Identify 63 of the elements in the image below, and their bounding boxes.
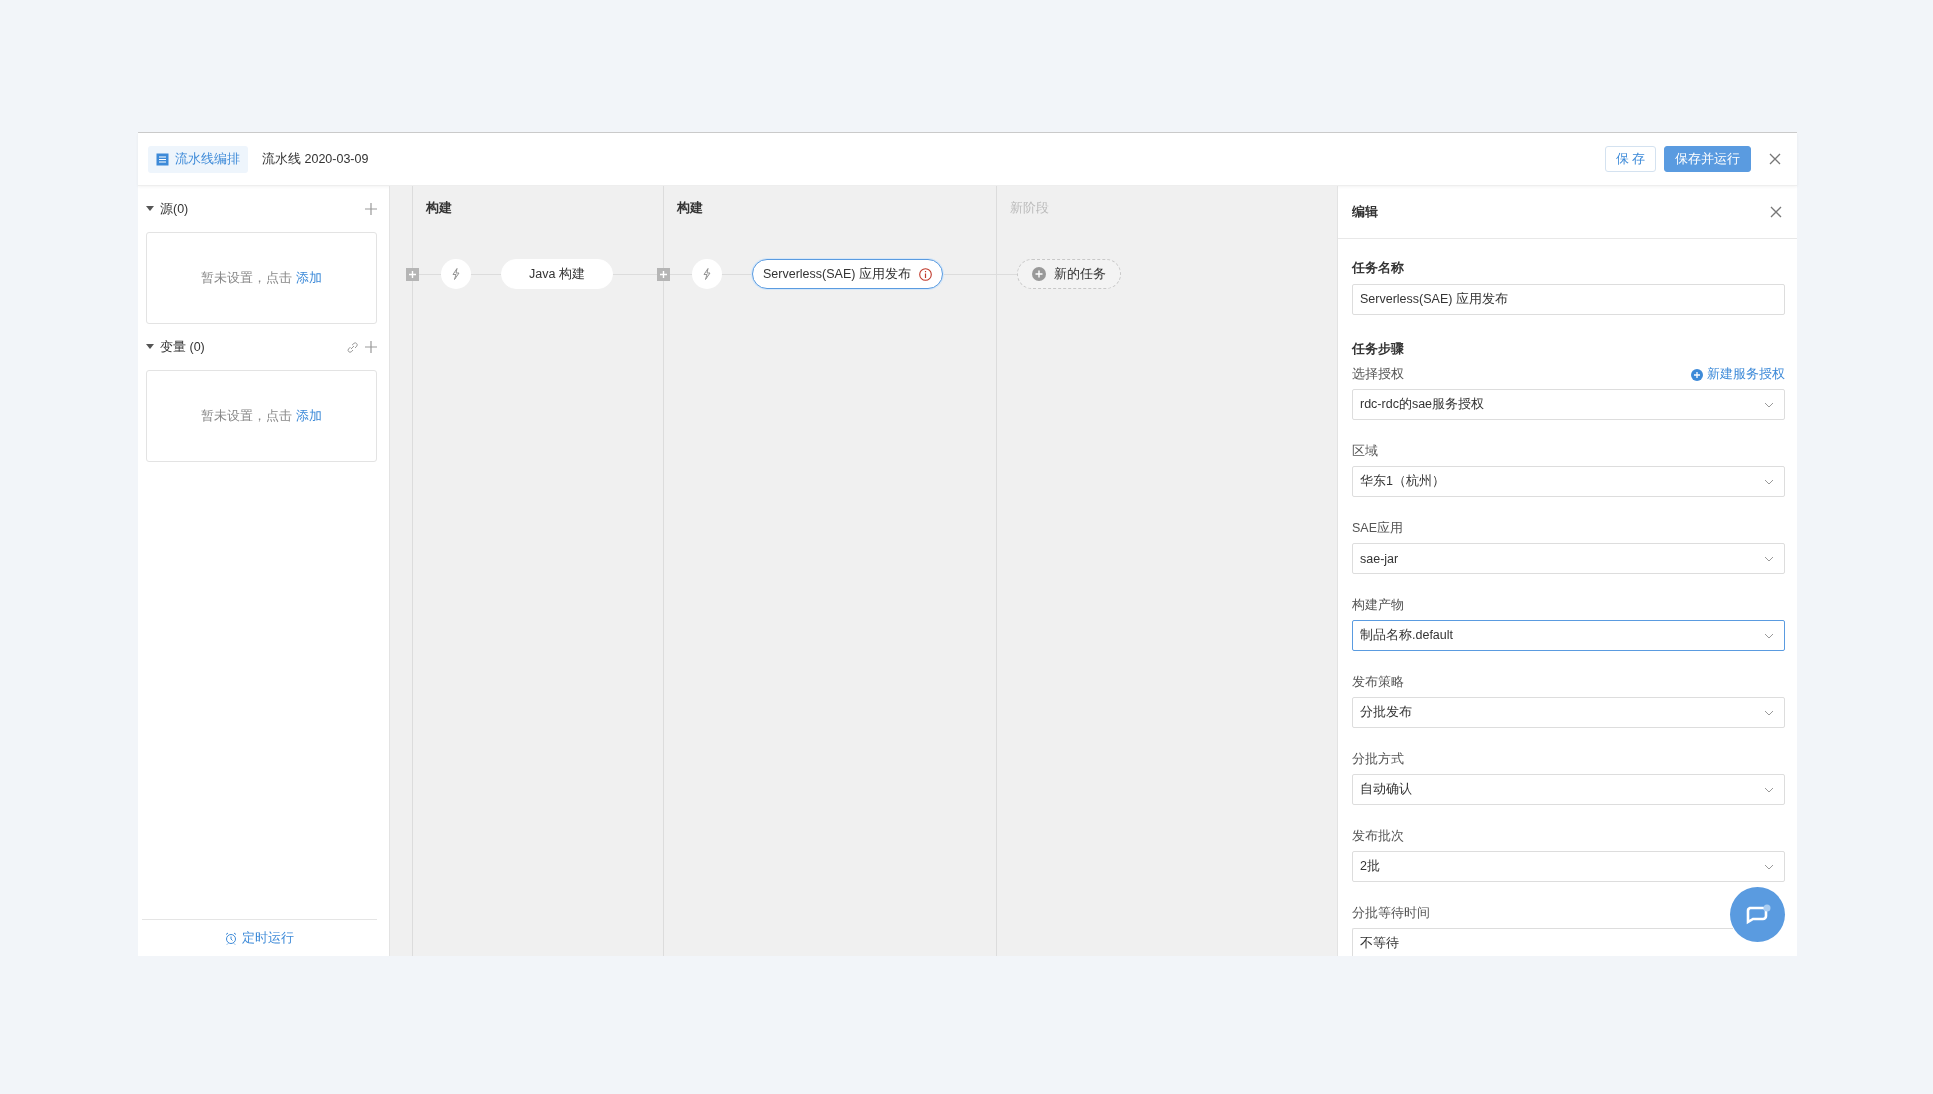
field-label: 任务名称 <box>1352 260 1405 277</box>
chat-bubble-icon <box>1744 903 1771 926</box>
lightning-icon <box>702 268 712 280</box>
section-title: 变量 (0) <box>160 338 206 356</box>
trigger-node[interactable] <box>692 259 722 289</box>
new-authorization-link[interactable]: 新建服务授权 <box>1691 366 1785 383</box>
scheduled-run-link[interactable]: 定时运行 <box>225 929 294 947</box>
empty-hint: 暂未设置，点击 <box>201 407 292 425</box>
task-name: Java 构建 <box>529 265 585 283</box>
task-node[interactable]: Serverless(SAE) 应用发布 <box>752 259 943 289</box>
add-icon[interactable] <box>365 203 377 215</box>
lightning-icon <box>451 268 461 280</box>
chevron-down-icon <box>1764 863 1774 870</box>
close-icon[interactable] <box>1770 206 1782 218</box>
select-field[interactable]: 华东1（杭州） <box>1352 466 1785 497</box>
close-icon[interactable] <box>1769 153 1781 165</box>
section-title: 源(0) <box>160 200 190 218</box>
add-icon <box>1691 368 1703 381</box>
field-label: SAE应用 <box>1352 520 1403 537</box>
link-icon[interactable] <box>346 340 359 354</box>
field-label: 构建产物 <box>1352 597 1404 614</box>
caret-icon[interactable] <box>146 344 154 350</box>
select-field[interactable]: 2批 <box>1352 851 1785 882</box>
select-field[interactable]: 制品名称.default <box>1352 620 1785 651</box>
trigger-node[interactable] <box>441 259 471 289</box>
stage-title: 构建 <box>426 200 453 217</box>
panel-title: 编辑 <box>1352 203 1378 221</box>
add-link[interactable]: 添加 <box>296 407 322 425</box>
select-field[interactable]: rdc-rdc的sae服务授权 <box>1352 389 1785 420</box>
add-icon <box>1032 267 1046 281</box>
field-label: 区域 <box>1352 443 1378 460</box>
stage-title: 构建 <box>677 200 704 217</box>
chevron-down-icon <box>1764 786 1774 793</box>
chevron-down-icon <box>1764 478 1774 485</box>
chevron-down-icon <box>1764 555 1774 562</box>
empty-hint: 暂未设置，点击 <box>201 269 292 287</box>
input-field[interactable]: 不等待 <box>1352 928 1733 956</box>
add-stage-icon[interactable] <box>657 267 670 281</box>
save-button[interactable]: 保 存 <box>1604 146 1656 172</box>
select-field[interactable]: 自动确认 <box>1352 774 1785 805</box>
task-node[interactable]: Java 构建 <box>501 259 613 289</box>
field-label: 发布策略 <box>1352 674 1404 691</box>
field-label: 选择授权 <box>1352 366 1404 383</box>
warning-icon <box>918 267 932 281</box>
select-field[interactable]: sae-jar <box>1352 543 1785 574</box>
chevron-down-icon <box>1764 709 1774 716</box>
section-title: 任务步骤 <box>1352 341 1405 358</box>
add-link[interactable]: 添加 <box>296 269 322 287</box>
chevron-down-icon <box>1764 632 1774 639</box>
task-name: Serverless(SAE) 应用发布 <box>763 265 911 283</box>
select-field[interactable]: 分批发布 <box>1352 697 1785 728</box>
alarm-clock-icon <box>225 931 237 945</box>
input-field[interactable]: Serverless(SAE) 应用发布 <box>1352 284 1785 315</box>
add-icon[interactable] <box>365 341 377 353</box>
caret-icon[interactable] <box>146 206 154 212</box>
chevron-down-icon <box>1764 401 1774 408</box>
add-stage-icon[interactable] <box>406 267 419 281</box>
pipeline-title: 流水线 2020-03-09 <box>262 150 369 168</box>
pipeline-icon <box>156 152 169 166</box>
new-task-button[interactable]: 新的任务 <box>1017 259 1121 289</box>
field-label: 分批方式 <box>1352 751 1404 768</box>
field-label: 分批等待时间 <box>1352 905 1430 922</box>
field-label: 发布批次 <box>1352 828 1404 845</box>
